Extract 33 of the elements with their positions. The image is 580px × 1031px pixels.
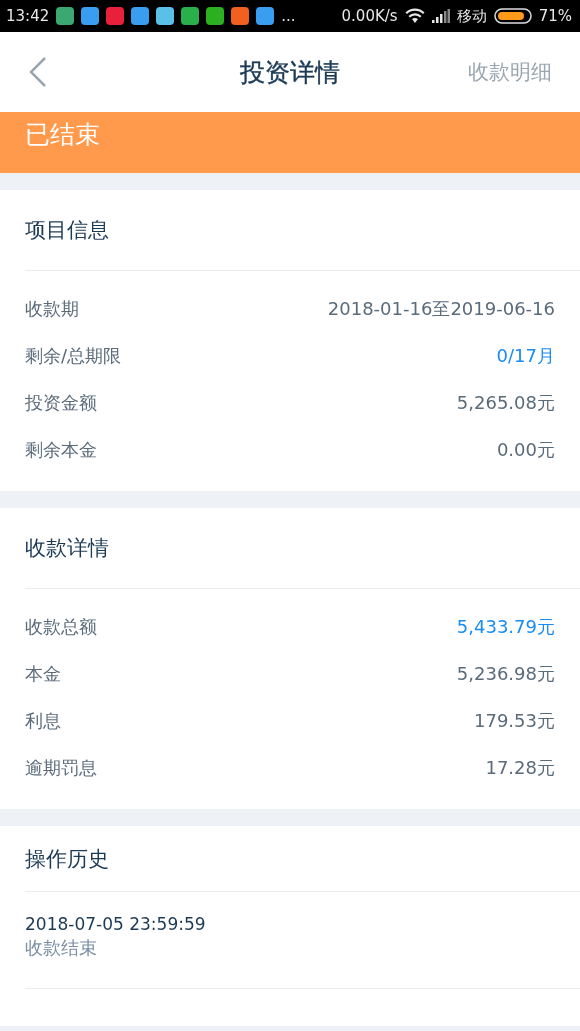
carrier-name: 移动 (456, 6, 487, 26)
details-link[interactable]: 收款明细 (468, 58, 552, 86)
field-value: 5,433.79元 (456, 614, 555, 639)
history-time: 2018-07-05 23:59:59 (25, 914, 206, 934)
field-value: 2018-01-16至2019-06-16 (327, 296, 555, 321)
signal-icon (431, 9, 450, 23)
page-title: 投资详情 (240, 57, 340, 87)
more-icon: ... (281, 7, 296, 25)
field-label: 剩余本金 (25, 437, 97, 462)
field-label: 投资金额 (25, 390, 97, 415)
wifi-icon (404, 8, 425, 24)
field-label: 收款总额 (25, 614, 97, 639)
field-label: 利息 (25, 708, 61, 733)
field-value: 179.53元 (474, 708, 555, 733)
field-value: 0.00元 (496, 437, 555, 462)
battery-percent: 71% (538, 7, 572, 25)
field-label: 收款期 (25, 296, 79, 321)
field-value: 17.28元 (485, 755, 555, 780)
status-banner-text: 已结束 (25, 119, 100, 151)
section-title: 操作历史 (25, 845, 109, 873)
section-title: 项目信息 (25, 217, 109, 244)
section-title: 收款详情 (25, 535, 109, 562)
field-label: 本金 (25, 661, 61, 686)
history-event: 收款结束 (25, 936, 97, 960)
clock: 13:42 (6, 7, 50, 25)
back-icon[interactable] (28, 56, 48, 88)
field-value: 5,265.08元 (456, 390, 555, 415)
field-value: 0/17月 (496, 343, 555, 368)
battery-icon (493, 8, 532, 24)
network-speed: 0.00K/s (341, 7, 398, 25)
field-label: 剩余/总期限 (25, 343, 122, 368)
field-label: 逾期罚息 (25, 755, 97, 780)
field-value: 5,236.98元 (456, 661, 555, 686)
